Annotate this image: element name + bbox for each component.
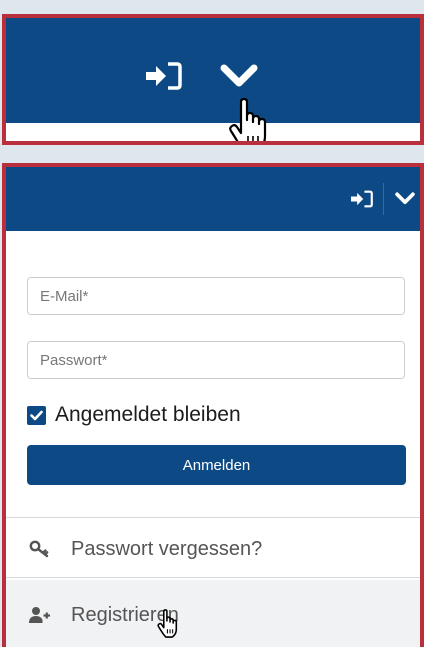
hand-pointer-icon [157, 609, 178, 638]
divider [6, 577, 420, 578]
sign-in-icon[interactable] [146, 62, 182, 90]
top-bar [6, 18, 420, 123]
chevron-down-icon[interactable] [395, 192, 415, 206]
user-plus-icon [29, 607, 50, 623]
forgot-password-link[interactable]: Passwort vergessen? [6, 520, 420, 578]
remember-me-checkbox[interactable] [27, 405, 46, 425]
hand-pointer-icon [229, 98, 267, 141]
login-dropdown-panel: Angemeldet bleiben Anmelden Passwort ver… [2, 163, 424, 647]
register-link[interactable]: Registrieren [6, 580, 420, 647]
chevron-down-icon[interactable] [220, 64, 258, 90]
key-icon [29, 540, 49, 558]
toolbar-zoom-panel [2, 14, 424, 145]
remember-me-label: Angemeldet bleiben [55, 403, 241, 426]
checkmark-icon [30, 410, 43, 420]
email-field[interactable] [27, 277, 405, 315]
sign-in-icon[interactable] [351, 190, 373, 208]
remember-me-option[interactable]: Angemeldet bleiben [27, 403, 241, 427]
toolbar-divider [383, 183, 384, 215]
top-bar [6, 167, 420, 231]
login-button[interactable]: Anmelden [27, 445, 406, 485]
divider [6, 517, 420, 518]
password-field[interactable] [27, 341, 405, 379]
forgot-password-label: Passwort vergessen? [71, 537, 263, 560]
